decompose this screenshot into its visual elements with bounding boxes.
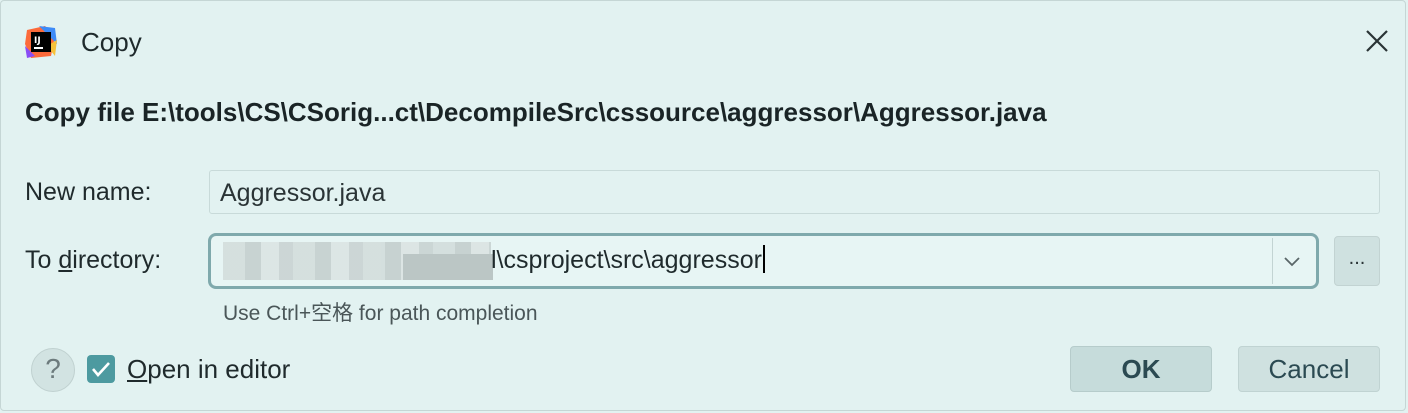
copy-file-heading: Copy file E:\tools\CS\CSorig...ct\Decomp… bbox=[25, 97, 1047, 127]
dropdown-separator bbox=[1272, 238, 1273, 284]
intellij-idea-icon: IJ bbox=[25, 26, 57, 58]
new-name-label: New name: bbox=[25, 178, 152, 206]
to-directory-label: To directory: bbox=[25, 246, 161, 275]
open-in-editor-label[interactable]: Open in editor bbox=[127, 354, 290, 385]
redacted-path-blur bbox=[223, 242, 493, 280]
to-directory-input[interactable]: l\csproject\src\aggressor bbox=[491, 245, 765, 275]
ok-button[interactable]: OK bbox=[1070, 346, 1212, 392]
chevron-down-icon[interactable] bbox=[1279, 248, 1305, 274]
to-directory-label-prefix: To bbox=[25, 246, 59, 274]
path-completion-hint: Use Ctrl+空格 for path completion bbox=[223, 302, 538, 325]
svg-text:IJ: IJ bbox=[34, 36, 41, 46]
to-directory-label-mnemonic: d bbox=[58, 246, 73, 274]
to-directory-label-suffix: irectory: bbox=[72, 246, 162, 274]
new-name-value: Aggressor.java bbox=[220, 179, 386, 207]
checkmark-icon bbox=[92, 362, 110, 377]
open-in-editor-checkbox[interactable] bbox=[87, 355, 115, 383]
cancel-button[interactable]: Cancel bbox=[1238, 346, 1380, 392]
window-title: Copy bbox=[81, 27, 142, 57]
to-directory-combobox[interactable]: l\csproject\src\aggressor bbox=[208, 233, 1319, 289]
open-in-editor-mnemonic: O bbox=[127, 354, 148, 384]
title-bar: IJ Copy bbox=[1, 1, 1405, 81]
text-caret bbox=[762, 245, 765, 273]
to-directory-value: l\csproject\src\aggressor bbox=[491, 246, 762, 274]
close-icon[interactable] bbox=[1361, 25, 1393, 57]
open-in-editor-text: pen in editor bbox=[147, 354, 291, 384]
new-name-input[interactable]: Aggressor.java bbox=[209, 170, 1380, 214]
copy-dialog: IJ Copy Copy file E:\tools\CS\CSorig...c… bbox=[0, 0, 1406, 411]
help-icon[interactable]: ? bbox=[31, 348, 75, 392]
browse-button[interactable]: ... bbox=[1334, 236, 1380, 286]
